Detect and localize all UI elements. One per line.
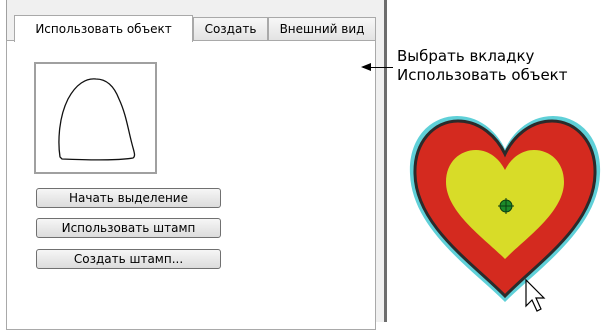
tab-strip: Использовать объект Создать Внешний вид <box>6 15 376 42</box>
tab-use-object[interactable]: Использовать объект <box>14 15 193 42</box>
bell-outline-icon <box>58 78 136 161</box>
use-stamp-button[interactable]: Использовать штамп <box>36 218 221 238</box>
mouse-pointer-icon <box>525 278 546 312</box>
tab-appearance[interactable]: Внешний вид <box>268 17 376 40</box>
tab-create[interactable]: Создать <box>193 17 268 40</box>
start-selection-button[interactable]: Начать выделение <box>36 188 221 208</box>
heart-embroidery-preview <box>409 116 601 312</box>
callout-line-1: Выбрать вкладку <box>397 47 535 65</box>
object-preview <box>34 62 157 174</box>
create-stamp-button[interactable]: Создать штамп... <box>36 249 221 269</box>
callout-line-2: Использовать объект <box>397 66 568 84</box>
callout-leader-line <box>363 67 393 68</box>
callout-text: Выбрать вкладку Использовать объект <box>397 47 607 85</box>
